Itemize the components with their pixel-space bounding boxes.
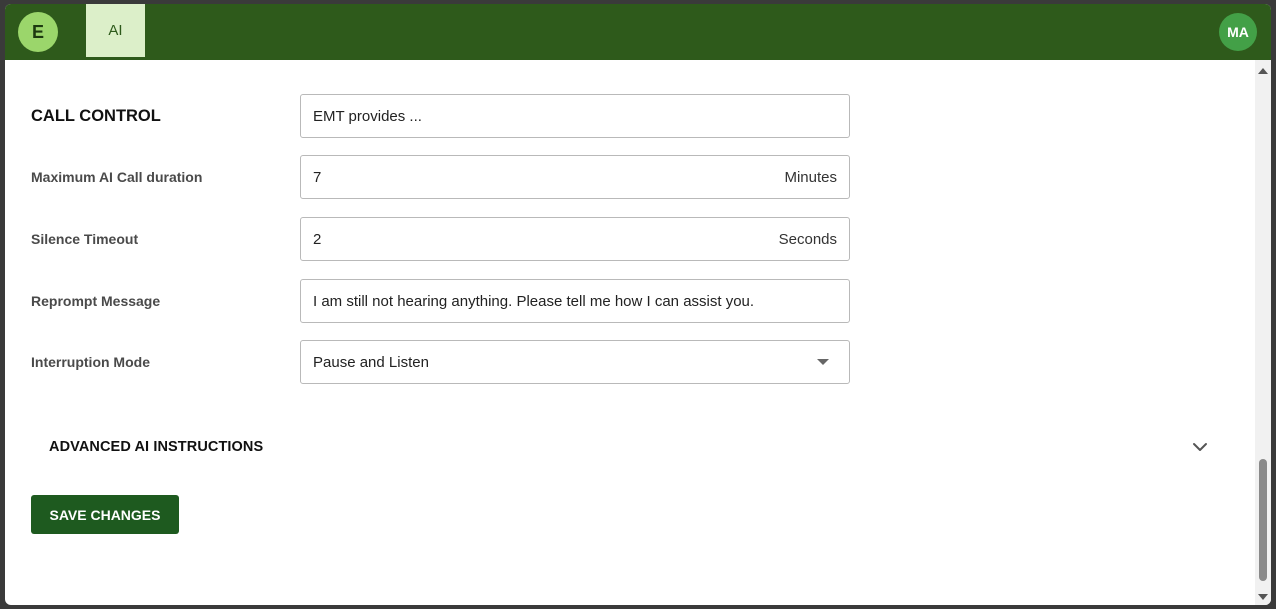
silence-timeout-unit: Seconds	[778, 230, 837, 248]
interruption-row: Interruption Mode Pause and Listen	[5, 340, 855, 384]
call-control-input[interactable]: EMT provides ...	[300, 94, 850, 138]
silence-timeout-label: Silence Timeout	[31, 231, 139, 247]
call-control-value: EMT provides ...	[313, 107, 422, 125]
max-duration-label: Maximum AI Call duration	[31, 169, 203, 185]
silence-timeout-row: Silence Timeout 2 Seconds	[5, 217, 855, 261]
max-duration-value: 7	[313, 168, 322, 186]
max-duration-unit: Minutes	[784, 168, 837, 186]
vertical-scrollbar[interactable]	[1255, 60, 1271, 605]
user-avatar[interactable]: MA	[1219, 13, 1257, 51]
interruption-mode-select[interactable]: Pause and Listen	[300, 340, 850, 384]
scroll-down-arrow-icon[interactable]	[1258, 594, 1268, 600]
silence-timeout-input[interactable]: 2 Seconds	[300, 217, 850, 261]
save-changes-button[interactable]: SAVE CHANGES	[31, 495, 179, 534]
max-duration-input[interactable]: 7 Minutes	[300, 155, 850, 199]
reprompt-row: Reprompt Message I am still not hearing …	[5, 279, 855, 323]
call-control-row: CALL CONTROL EMT provides ...	[5, 94, 855, 138]
reprompt-value: I am still not hearing anything. Please …	[313, 292, 755, 310]
tab-ai[interactable]: AI	[86, 4, 145, 57]
top-navigation-bar: E AI MA	[5, 4, 1271, 60]
scroll-up-arrow-icon[interactable]	[1258, 68, 1268, 74]
advanced-ai-instructions-toggle[interactable]: ADVANCED AI INSTRUCTIONS	[49, 432, 1209, 462]
scrollbar-thumb[interactable]	[1259, 459, 1267, 581]
chevron-down-icon	[1193, 443, 1207, 451]
interruption-label: Interruption Mode	[31, 354, 150, 370]
reprompt-label: Reprompt Message	[31, 293, 161, 309]
section-title: CALL CONTROL	[31, 106, 161, 125]
settings-content: CALL CONTROL EMT provides ... Maximum AI…	[5, 60, 1255, 605]
reprompt-input[interactable]: I am still not hearing anything. Please …	[300, 279, 850, 323]
silence-timeout-value: 2	[313, 230, 322, 248]
interruption-mode-value: Pause and Listen	[313, 353, 429, 371]
dropdown-arrow-icon	[817, 359, 829, 365]
max-duration-row: Maximum AI Call duration 7 Minutes	[5, 155, 855, 199]
advanced-ai-instructions-title: ADVANCED AI INSTRUCTIONS	[49, 439, 264, 455]
app-logo-avatar[interactable]: E	[18, 12, 58, 52]
app-window: E AI MA CALL CONTROL EMT provides ... Ma…	[5, 4, 1271, 605]
